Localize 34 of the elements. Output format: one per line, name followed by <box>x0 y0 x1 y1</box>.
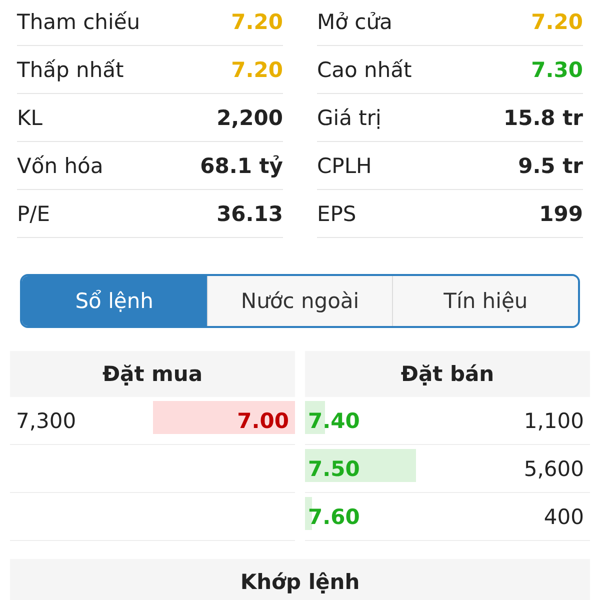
stat-label: CPLH <box>317 154 372 178</box>
stat-value: 2,200 <box>216 106 283 130</box>
stat-label: Cao nhất <box>317 58 412 82</box>
column-header: Đặt bán <box>305 351 590 397</box>
column-header: Đặt mua <box>10 351 295 397</box>
stat-value: 7.20 <box>531 10 583 34</box>
tab[interactable]: Nước ngoài <box>206 276 392 326</box>
tab[interactable]: Sổ lệnh <box>22 276 207 326</box>
stat-label: EPS <box>317 202 356 226</box>
stat-label: KL <box>17 106 42 130</box>
stat-label: Giá trị <box>317 106 382 130</box>
stat-value: 9.5 tr <box>518 154 583 178</box>
stat-value: 199 <box>539 202 583 226</box>
stat-value: 7.20 <box>231 10 283 34</box>
stat-value: 15.8 tr <box>503 106 583 130</box>
volume-text: 5,600 <box>524 456 585 480</box>
stat-value: 7.20 <box>231 58 283 82</box>
stat-label: Vốn hóa <box>17 154 104 178</box>
stat-label: Tham chiếu <box>17 10 140 34</box>
stat-value: 7.30 <box>531 58 583 82</box>
stat-label: Thấp nhất <box>17 58 124 82</box>
volume-text: 7,300 <box>15 408 76 432</box>
ask-price: 7.60 <box>307 504 360 528</box>
stat-value: 36.13 <box>216 202 283 226</box>
ask-price: 7.40 <box>307 408 360 432</box>
tab[interactable]: Tín hiệu <box>392 276 578 326</box>
volume-text: 400 <box>544 504 585 528</box>
bid-price: 7.00 <box>237 408 290 432</box>
stat-label: P/E <box>17 202 50 226</box>
stat-label: Mở cửa <box>317 10 392 34</box>
section-header: Khớp lệnh <box>10 559 590 600</box>
volume-text: 1,100 <box>524 408 585 432</box>
ask-price: 7.50 <box>307 456 360 480</box>
stat-value: 68.1 tỷ <box>200 154 283 178</box>
